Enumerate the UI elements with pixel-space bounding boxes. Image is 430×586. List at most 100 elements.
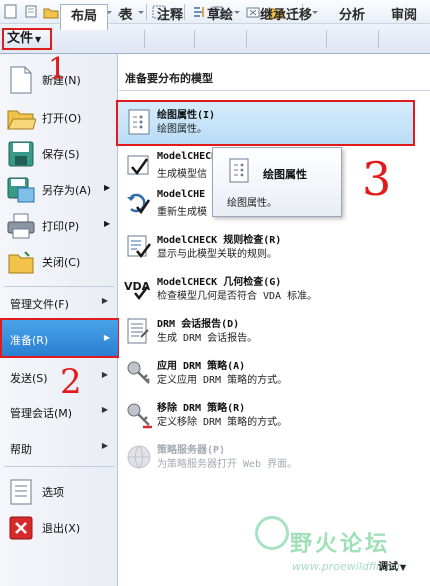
remove-drm-key-icon — [123, 399, 155, 431]
menu-item-label: 关闭(C) — [42, 256, 81, 269]
tab-divider — [144, 30, 145, 48]
panel-item-title: 移除 DRM 策略(R) — [157, 403, 246, 414]
watermark-text: 野火论坛 — [290, 532, 391, 557]
menu-separator — [4, 466, 114, 467]
menu-item-save[interactable]: 保存(S) — [0, 134, 118, 174]
menu-item-manage-session[interactable]: 管理会话(M) ▶ — [10, 405, 114, 421]
policy-server-icon — [123, 441, 155, 473]
close-folder-icon — [4, 245, 38, 279]
panel-item-title: DRM 会话报告(D) — [157, 319, 240, 330]
menu-item-label: 帮助 — [10, 443, 32, 456]
panel-item-apply-drm[interactable]: 应用 DRM 策略(A) 定义应用 DRM 策略的方式。 — [119, 354, 430, 394]
tab-legacy-migration[interactable]: 继承迁移 — [250, 4, 322, 30]
tab-divider — [378, 30, 379, 48]
panel-title: 准备要分布的模型 — [125, 72, 213, 85]
tab-sketch[interactable]: 草绘 — [198, 4, 242, 30]
panel-item-title: 策略服务器(P) — [157, 445, 226, 456]
menu-item-label: 管理文件(F) — [10, 298, 69, 311]
exit-icon — [4, 511, 38, 545]
panel-item-desc: 显示与此模型关联的规则。 — [157, 249, 277, 260]
annotation-two: 2 — [60, 362, 82, 402]
panel-item-desc: 为策略服务器打开 Web 界面。 — [157, 459, 298, 470]
vda-check-icon: VDA — [123, 273, 155, 305]
menu-item-label: 保存(S) — [42, 148, 80, 161]
new-file-icon[interactable] — [2, 3, 20, 20]
chevron-right-icon: ▶ — [101, 441, 108, 450]
panel-item-policy-server: 策略服务器(P) 为策略服务器打开 Web 界面。 — [119, 438, 430, 478]
panel-item-rule-check[interactable]: ModelCHECK 规则检查(R) 显示与此模型关联的规则。 — [119, 228, 430, 268]
menu-item-options[interactable]: 选项 — [0, 474, 118, 510]
panel-item-drm-report[interactable]: DRM 会话报告(D) 生成 DRM 会话报告。 — [119, 312, 430, 352]
panel-item-desc: 检查模型几何是否符合 VDA 标准。 — [157, 291, 318, 302]
menu-item-prepare[interactable]: 准备(R) ▶ — [0, 318, 120, 358]
options-icon — [4, 475, 38, 509]
tab-divider — [246, 30, 247, 48]
menu-item-label: 打印(P) — [42, 220, 80, 233]
menu-item-label: 选项 — [42, 486, 64, 499]
menu-item-open[interactable]: 打开(O) — [0, 98, 118, 138]
file-menu-label: 文件 — [7, 31, 34, 46]
menu-item-label: 准备(R) — [10, 334, 49, 347]
tab-divider — [326, 30, 327, 48]
menu-item-label: 退出(X) — [42, 522, 81, 535]
chevron-down-icon: ▼ — [400, 563, 407, 572]
new-document-icon — [4, 63, 38, 97]
panel-item-geometry-check[interactable]: VDA ModelCHECK 几何检查(G) 检查模型几何是否符合 VDA 标准… — [119, 270, 430, 310]
tab-table[interactable]: 表 — [110, 4, 142, 30]
debug-label: 调试 — [378, 562, 398, 573]
panel-item-drawing-properties[interactable]: 绘图属性(I) 绘图属性。 — [119, 103, 430, 143]
chevron-right-icon: ▶ — [104, 183, 111, 192]
menu-item-label: 另存为(A) — [42, 184, 92, 197]
panel-item-title: 绘图属性(I) — [157, 110, 216, 121]
panel-item-desc: 绘图属性。 — [157, 124, 207, 135]
panel-item-desc: 定义应用 DRM 策略的方式。 — [157, 375, 288, 386]
panel-item-remove-drm[interactable]: 移除 DRM 策略(R) 定义移除 DRM 策略的方式。 — [119, 396, 430, 436]
tooltip: 绘图属性 绘图属性。 — [212, 147, 342, 217]
save-disk-icon — [4, 137, 38, 171]
menu-item-exit[interactable]: 退出(X) — [0, 510, 118, 546]
open-folder-icon[interactable] — [42, 3, 60, 20]
chevron-down-icon: ▼ — [35, 35, 42, 44]
menu-item-close[interactable]: 关闭(C) — [0, 242, 118, 282]
chevron-right-icon: ▶ — [101, 405, 108, 414]
watermark-logo — [255, 516, 289, 550]
rule-check-icon — [123, 231, 155, 263]
panel-item-title: 应用 DRM 策略(A) — [157, 361, 246, 372]
panel-item-title: ModelCHECK 几何检查(G) — [157, 277, 282, 288]
tab-layout[interactable]: 布局 — [60, 4, 108, 30]
tab-analysis[interactable]: 分析 — [330, 4, 374, 30]
panel-title-divider — [119, 90, 430, 91]
apply-drm-key-icon — [123, 357, 155, 389]
menu-item-help[interactable]: 帮助 ▶ — [10, 441, 114, 457]
menu-item-save-as[interactable]: 另存为(A) — [0, 170, 118, 210]
modelcheck-icon — [123, 151, 155, 183]
tab-review[interactable]: 审阅 — [382, 4, 426, 30]
menu-item-print[interactable]: 打印(P) — [0, 206, 118, 246]
panel-item-title: ModelCHECK — [157, 151, 218, 162]
printer-icon — [4, 209, 38, 243]
drawing-properties-icon — [123, 106, 155, 138]
panel-item-desc: 生成 DRM 会话报告。 — [157, 333, 258, 344]
tab-divider — [194, 30, 195, 48]
panel-item-title: ModelCHECK 规则检查(R) — [157, 235, 282, 246]
toolbar-separator — [146, 4, 147, 20]
tab-annotate[interactable]: 注释 — [148, 4, 192, 30]
chevron-right-icon: ▶ — [101, 296, 108, 305]
menu-item-manage-file[interactable]: 管理文件(F) ▶ — [10, 296, 114, 312]
chevron-right-icon: ▶ — [104, 219, 111, 228]
debug-dropdown[interactable]: 调试 ▼ — [378, 558, 406, 573]
new-small-icon[interactable] — [22, 3, 40, 20]
panel-item-desc: 重新生成模 — [157, 207, 207, 218]
menu-item-label: 打开(O) — [42, 112, 82, 125]
menu-separator — [4, 286, 114, 287]
save-as-icon — [4, 173, 38, 207]
tooltip-desc: 绘图属性。 — [227, 198, 277, 209]
drm-report-icon — [123, 315, 155, 347]
chevron-right-icon: ▶ — [101, 370, 108, 379]
file-menu-button[interactable]: 文件 ▼ — [2, 28, 52, 50]
panel-item-title: ModelCHE — [157, 189, 206, 200]
panel-item-desc: 定义移除 DRM 策略的方式。 — [157, 417, 288, 428]
open-folder-icon — [4, 101, 38, 135]
drawing-properties-icon — [227, 158, 253, 184]
menu-item-label: 管理会话(M) — [10, 407, 73, 420]
